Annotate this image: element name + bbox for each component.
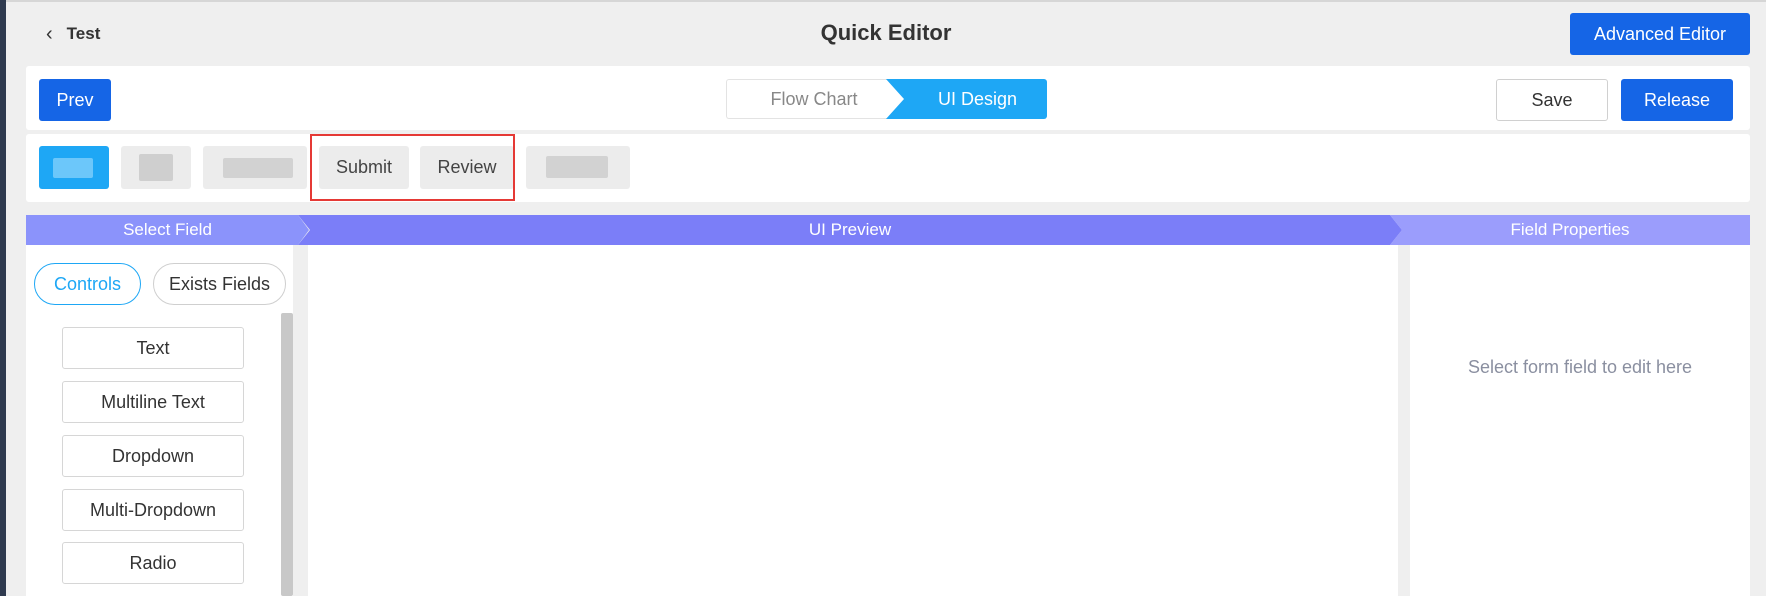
node-redacted-1[interactable]: [121, 146, 191, 189]
properties-hint: Select form field to edit here: [1467, 357, 1693, 377]
select-field-panel: Controls Exists Fields Text Multiline Te…: [26, 245, 293, 596]
step-indicator: Flow Chart UI Design: [726, 79, 1047, 119]
control-dropdown[interactable]: Dropdown: [62, 435, 244, 477]
tab-controls[interactable]: Controls: [34, 263, 141, 305]
ui-preview-canvas[interactable]: [308, 245, 1398, 596]
window-edge: [0, 0, 6, 596]
redacted-label: [139, 154, 173, 181]
editor-toolbar: Prev Flow Chart UI Design Save Release: [26, 66, 1750, 130]
node-redacted-3[interactable]: [526, 146, 630, 189]
control-multiline-text[interactable]: Multiline Text: [62, 381, 244, 423]
node-submit[interactable]: Submit: [319, 146, 409, 189]
control-multi-dropdown[interactable]: Multi-Dropdown: [62, 489, 244, 531]
redacted-label: [53, 158, 93, 178]
page-title: Quick Editor: [820, 20, 952, 45]
tab-exists-fields[interactable]: Exists Fields: [153, 263, 286, 305]
save-button[interactable]: Save: [1496, 79, 1608, 121]
field-properties-panel: Select form field to edit here: [1410, 245, 1750, 596]
redacted-label: [223, 158, 293, 178]
ui-preview-header: UI Preview: [298, 215, 1402, 245]
flow-node-bar: Submit Review: [26, 134, 1750, 202]
step-flow-chart[interactable]: Flow Chart: [726, 79, 901, 119]
select-field-header: Select Field: [26, 215, 309, 245]
step-ui-design[interactable]: UI Design: [886, 79, 1047, 119]
control-text[interactable]: Text: [62, 327, 244, 369]
field-properties-header: Field Properties: [1390, 215, 1750, 245]
prev-button[interactable]: Prev: [39, 79, 111, 121]
page-header: ‹ Test Quick Editor Advanced Editor: [6, 2, 1766, 64]
node-redacted-2[interactable]: [203, 146, 307, 189]
advanced-editor-button[interactable]: Advanced Editor: [1570, 13, 1750, 55]
node-start[interactable]: [39, 146, 109, 189]
release-button[interactable]: Release: [1621, 79, 1733, 121]
control-radio[interactable]: Radio: [62, 542, 244, 584]
controls-scrollbar[interactable]: [281, 313, 293, 596]
node-review[interactable]: Review: [420, 146, 514, 189]
redacted-label: [546, 156, 608, 178]
